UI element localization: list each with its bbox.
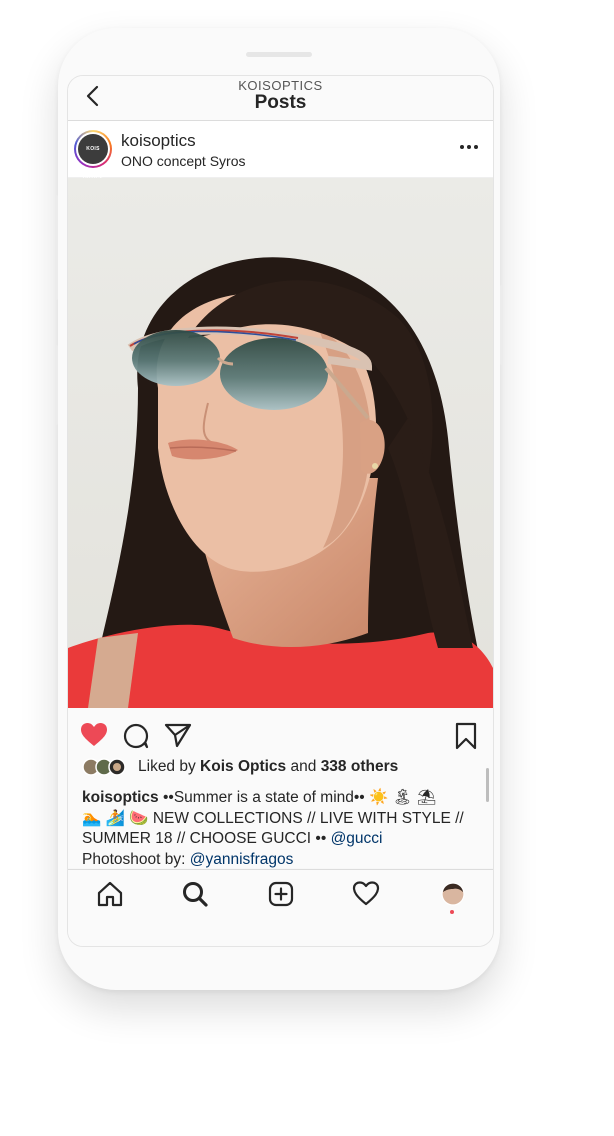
plus-square-icon[interactable] xyxy=(267,880,295,908)
paper-plane-icon[interactable] xyxy=(164,722,192,748)
caption-line: Photoshoot by: xyxy=(82,850,190,868)
liked-by-user[interactable]: Kois Optics xyxy=(200,758,286,775)
posts-header: KOISOPTICS Posts xyxy=(68,76,493,121)
likes-summary[interactable]: Liked by Kois Optics and 338 others xyxy=(138,758,398,776)
post-actions: Liked by Kois Optics and 338 others kois… xyxy=(68,708,493,868)
notification-dot xyxy=(450,910,454,914)
mention-link[interactable]: @yannisfragos xyxy=(190,851,294,868)
liked-others-count[interactable]: 338 others xyxy=(321,758,399,775)
post-photo-illustration xyxy=(68,178,493,708)
heart-filled-icon[interactable] xyxy=(80,722,108,748)
search-icon[interactable] xyxy=(181,880,209,908)
post-username[interactable]: koisoptics xyxy=(121,131,196,151)
bottom-tab-bar xyxy=(68,869,493,946)
home-icon[interactable] xyxy=(96,880,124,908)
mention-link[interactable]: @gucci xyxy=(331,830,383,847)
caption-line: SUMMER 18 // CHOOSE GUCCI •• xyxy=(82,830,331,847)
phone-side-button xyxy=(500,285,503,365)
brand-logo: KOIS OPTICS xyxy=(78,134,108,182)
liked-prefix: Liked by xyxy=(138,758,196,775)
caption-line: 🏊 🏄 🍉 NEW COLLECTIONS // LIVE WITH STYLE… xyxy=(82,809,464,827)
bookmark-icon[interactable] xyxy=(454,722,478,750)
post-header: KOIS OPTICS koisoptics ONO concept Syros xyxy=(68,121,493,182)
phone-side-button xyxy=(55,345,58,425)
post-location[interactable]: ONO concept Syros xyxy=(121,153,246,169)
account-label: KOISOPTICS xyxy=(238,78,323,93)
app-screen: KOISOPTICS Posts KOIS OPTICS koisoptics … xyxy=(67,75,494,947)
caption-line: ••Summer is a state of mind•• ☀️ 🏝 ⛱ xyxy=(162,789,437,806)
comment-bubble-icon[interactable] xyxy=(122,722,150,750)
liked-by-avatars[interactable] xyxy=(82,758,130,776)
liked-and: and xyxy=(290,758,317,775)
caption-username[interactable]: koisoptics xyxy=(82,789,159,806)
page-title: Posts xyxy=(254,92,307,113)
avatar-border: KOIS OPTICS xyxy=(76,132,110,182)
profile-avatar-icon[interactable] xyxy=(439,880,467,908)
scrollbar[interactable] xyxy=(486,768,489,802)
phone-side-button xyxy=(55,195,58,300)
heart-outline-icon[interactable] xyxy=(352,880,380,908)
avatar[interactable]: KOIS OPTICS xyxy=(74,130,112,182)
more-horizontal-icon[interactable] xyxy=(454,135,484,159)
post-caption: koisoptics ••Summer is a state of mind••… xyxy=(82,788,482,870)
post-photo[interactable] xyxy=(68,178,493,708)
phone-speaker xyxy=(246,52,312,57)
